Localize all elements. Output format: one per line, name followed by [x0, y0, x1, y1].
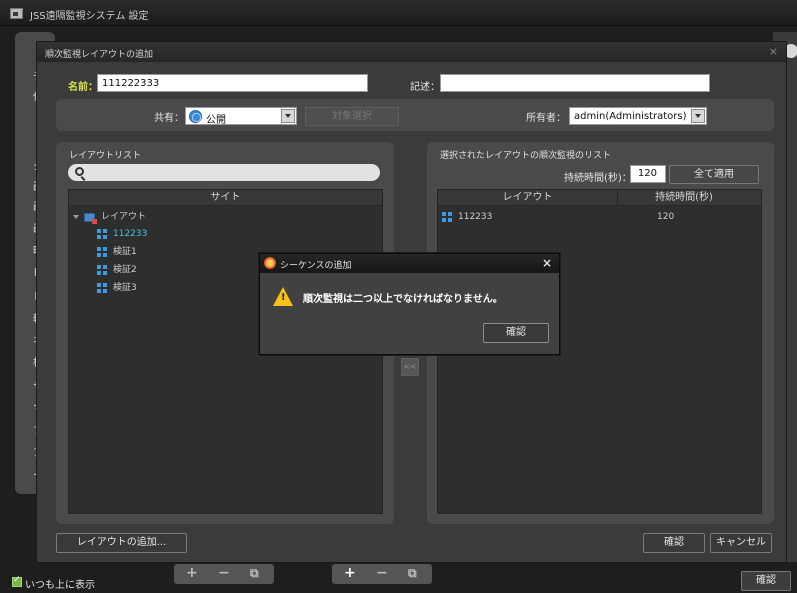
edit-icon[interactable]: ⧉ — [250, 566, 259, 581]
layout-column-header[interactable]: レイアウト — [438, 190, 618, 206]
apply-all-button[interactable]: 全て適用 — [669, 165, 759, 184]
dialog-titlebar: 順次監視レイアウトの追加 × — [37, 42, 786, 62]
layout-grid-icon — [97, 229, 107, 239]
table-cell-duration: 120 — [657, 212, 675, 222]
background-button-group: + − ⧉ — [174, 564, 274, 584]
share-label: 共有： — [154, 113, 184, 124]
layout-item-label: 検証2 — [113, 265, 137, 275]
app-title: JSS遠隔監視システム 設定 — [30, 11, 149, 22]
layout-list-title: レイアウトリスト — [69, 151, 142, 161]
add-icon[interactable]: + — [344, 565, 356, 581]
layout-item-label: 検証1 — [113, 247, 137, 257]
alert-titlebar: シーケンスの追加 × — [260, 254, 559, 273]
description-label: 記述： — [410, 82, 440, 93]
name-input[interactable]: 111222333 — [97, 74, 368, 92]
description-input[interactable] — [440, 74, 710, 92]
layout-grid-icon — [97, 283, 107, 293]
app-ok-button[interactable]: 確認 — [741, 571, 791, 591]
share-settings-bar: 共有： 公開 対象選択 所有者： admin(Administrators) — [56, 99, 774, 131]
layout-search-input[interactable] — [68, 164, 380, 181]
globe-icon — [189, 110, 202, 123]
edit-icon[interactable]: ⧉ — [408, 566, 417, 581]
selected-list-title: 選択されたレイアウトの順次監視のリスト — [440, 151, 612, 161]
duration-column-header[interactable]: 持続時間(秒) — [618, 190, 750, 206]
app-logo-icon — [10, 8, 23, 19]
warning-mark: ! — [281, 292, 286, 303]
layout-item-label: 112233 — [113, 229, 148, 239]
alert-title: シーケンスの追加 — [280, 261, 352, 271]
layout-list-item[interactable]: 112233 — [97, 227, 297, 241]
add-layout-button[interactable]: レイアウトの追加... — [56, 533, 187, 553]
layout-folder-icon — [84, 213, 97, 224]
cancel-button[interactable]: キャンセル — [710, 533, 772, 553]
tree-root-label: レイアウト — [101, 212, 147, 222]
always-on-top-label: いつも上に表示 — [25, 580, 95, 591]
share-select-value: 公開 — [206, 115, 226, 126]
move-left-button[interactable]: << — [401, 358, 419, 376]
close-icon[interactable]: × — [769, 45, 778, 58]
close-icon[interactable]: × — [542, 256, 552, 270]
layout-grid-icon — [97, 265, 107, 275]
layout-grid-icon — [442, 212, 452, 222]
duration-input[interactable]: 120 — [630, 165, 666, 183]
owner-label: 所有者： — [526, 113, 566, 124]
alert-message: 順次監視は二つ以上でなければなりません。 — [303, 294, 503, 305]
duration-label: 持続時間(秒)： — [564, 173, 632, 184]
ok-button[interactable]: 確認 — [643, 533, 705, 553]
layout-grid-icon — [97, 247, 107, 257]
tree-root-row[interactable]: レイアウト — [73, 210, 273, 224]
add-icon[interactable]: + — [186, 565, 198, 581]
table-header-spacer — [750, 190, 761, 206]
table-row[interactable]: 112233 120 — [442, 210, 757, 224]
app-titlebar: JSS遠隔監視システム 設定 — [0, 0, 797, 26]
chevron-down-icon[interactable] — [281, 109, 295, 123]
share-select[interactable]: 公開 — [185, 107, 297, 126]
owner-select-value: admin(Administrators) — [574, 111, 687, 122]
background-button-group: + − ⧉ — [332, 564, 432, 584]
site-column-header[interactable]: サイト — [69, 190, 382, 206]
remove-icon[interactable]: − — [218, 565, 230, 581]
alert-ok-button[interactable]: 確認 — [483, 323, 549, 343]
name-label: 名前： — [68, 82, 98, 93]
dialog-title: 順次監視レイアウトの追加 — [45, 50, 154, 60]
alert-dialog: シーケンスの追加 × ! 順次監視は二つ以上でなければなりません。 確認 — [259, 253, 560, 355]
chevron-down-icon[interactable] — [73, 215, 79, 219]
remove-icon[interactable]: − — [376, 565, 388, 581]
table-cell-layout: 112233 — [458, 212, 493, 222]
owner-select[interactable]: admin(Administrators) — [569, 107, 707, 125]
search-icon — [75, 167, 84, 176]
always-on-top-checkbox[interactable] — [12, 575, 22, 587]
app-icon — [264, 257, 276, 269]
layout-item-label: 検証3 — [113, 283, 137, 293]
chevron-down-icon[interactable] — [691, 109, 705, 123]
target-select-button[interactable]: 対象選択 — [305, 107, 399, 126]
